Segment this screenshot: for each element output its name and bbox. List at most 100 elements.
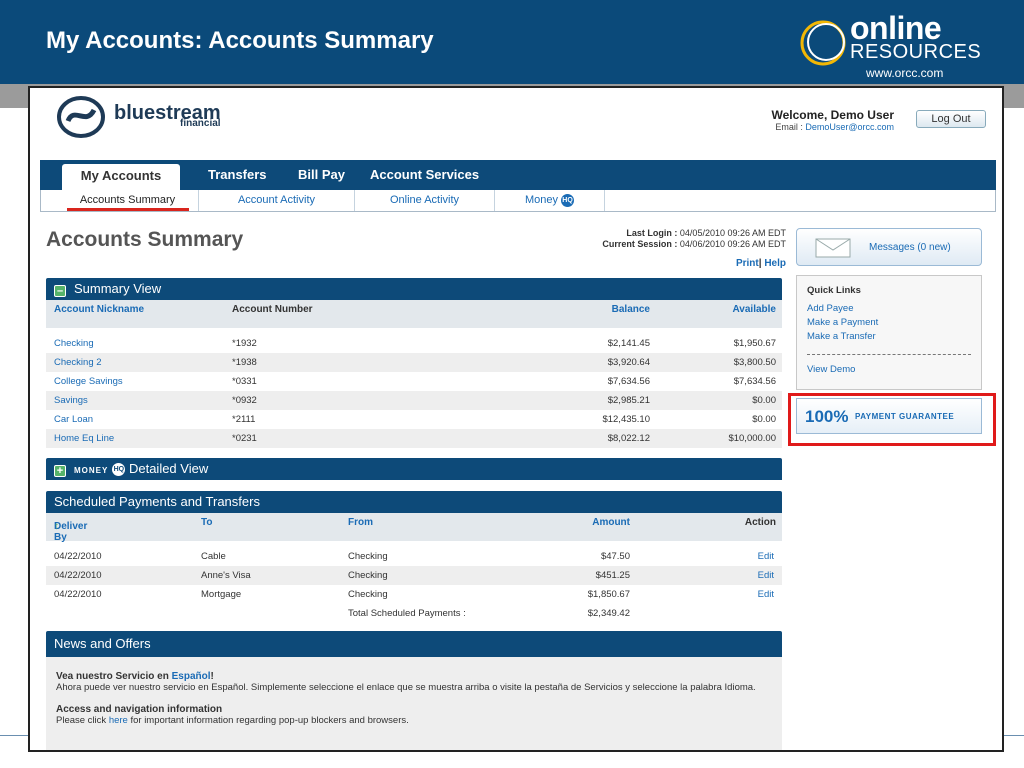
account-row: Checking 2 *1938 $3,920.64 $3,800.50 bbox=[46, 353, 782, 372]
main-nav: My Accounts Transfers Bill Pay Account S… bbox=[40, 160, 996, 190]
account-number: *0331 bbox=[232, 376, 257, 387]
print-help-links: Print| Help bbox=[736, 258, 786, 269]
slide-header: My Accounts: Accounts Summary online RES… bbox=[0, 0, 1024, 84]
col-to[interactable]: To bbox=[201, 517, 212, 528]
espanol-link[interactable]: Español bbox=[172, 671, 211, 682]
moneyhq-detailed-view-header[interactable]: + MONEY HQ Detailed View bbox=[46, 458, 782, 480]
here-link[interactable]: here bbox=[109, 715, 128, 726]
col-action: Action bbox=[744, 517, 776, 528]
orcc-ring-icon bbox=[800, 20, 846, 66]
scheduled-payments-title: Scheduled Payments and Transfers bbox=[54, 494, 260, 509]
col-available[interactable]: Available bbox=[732, 304, 776, 315]
col-deliver-by-label: Deliver By bbox=[54, 521, 88, 543]
news-item-text: for important information regarding pop-… bbox=[127, 715, 409, 726]
account-row: Checking *1932 $2,141.45 $1,950.67 bbox=[46, 334, 782, 353]
account-available: $10,000.00 bbox=[728, 433, 776, 444]
view-demo-link[interactable]: View Demo bbox=[807, 363, 971, 377]
messages-label: Messages (0 new) bbox=[869, 242, 951, 253]
account-balance: $12,435.10 bbox=[602, 414, 650, 425]
summary-view-header[interactable]: – Summary View bbox=[46, 278, 782, 300]
subtab-money-hq[interactable]: Money HQ bbox=[495, 190, 605, 211]
detailed-view-title: Detailed View bbox=[128, 461, 209, 476]
separator: | bbox=[758, 258, 762, 269]
help-link[interactable]: Help bbox=[764, 258, 786, 269]
highlight-box bbox=[788, 393, 996, 446]
hq-badge-icon: HQ bbox=[561, 193, 575, 207]
account-nickname-link[interactable]: Checking bbox=[54, 334, 94, 353]
payment-total-row: Total Scheduled Payments : $2,349.42 bbox=[46, 604, 782, 623]
col-account-number: Account Number bbox=[232, 304, 313, 315]
tab-bill-pay[interactable]: Bill Pay bbox=[298, 160, 345, 190]
account-available: $1,950.67 bbox=[733, 338, 776, 349]
sub-nav: Accounts Summary Account Activity Online… bbox=[40, 190, 996, 212]
news-offers-title: News and Offers bbox=[54, 636, 151, 651]
news-item-title-text: Vea nuestro Servicio en bbox=[56, 671, 172, 682]
news-item-title: Access and navigation information bbox=[56, 704, 223, 715]
page-title: Accounts Summary bbox=[46, 228, 244, 251]
money-label: Money bbox=[524, 194, 558, 206]
expand-icon[interactable]: + bbox=[54, 465, 66, 477]
edit-link[interactable]: Edit bbox=[758, 547, 774, 566]
session-label: Current Session : bbox=[602, 239, 678, 249]
account-balance: $2,141.45 bbox=[607, 338, 650, 349]
email-link[interactable]: DemoUser@orcc.com bbox=[805, 122, 894, 132]
total-scheduled-label: Total Scheduled Payments : bbox=[348, 608, 466, 619]
hq-badge-icon: HQ bbox=[112, 463, 126, 477]
account-available: $3,800.50 bbox=[733, 357, 776, 368]
sort-up-icon: ↑ bbox=[54, 521, 59, 532]
account-nickname-link[interactable]: College Savings bbox=[54, 372, 123, 391]
account-nickname-link[interactable]: Savings bbox=[54, 391, 88, 410]
tab-account-services[interactable]: Account Services bbox=[370, 160, 479, 190]
divider bbox=[807, 354, 971, 355]
slide-title: My Accounts: Accounts Summary bbox=[46, 27, 434, 54]
login-info: Last Login : 04/05/2010 09:26 AM EDT Cur… bbox=[602, 228, 786, 250]
edit-link[interactable]: Edit bbox=[758, 566, 774, 585]
payment-to: Anne's Visa bbox=[201, 570, 251, 581]
payment-amount: $47.50 bbox=[600, 551, 630, 562]
payment-row: 04/22/2010 Cable Checking $47.50 Edit bbox=[46, 547, 782, 566]
payment-amount: $451.25 bbox=[595, 570, 630, 581]
bank-sub: financial bbox=[180, 118, 221, 129]
print-link[interactable]: Print bbox=[736, 258, 759, 269]
account-nickname-link[interactable]: Car Loan bbox=[54, 410, 93, 429]
collapse-icon[interactable]: – bbox=[54, 285, 66, 297]
news-item-text: Please click bbox=[56, 715, 109, 726]
payment-date: 04/22/2010 bbox=[54, 551, 102, 562]
col-account-nickname[interactable]: Account Nickname bbox=[54, 304, 144, 315]
quick-links-title: Quick Links bbox=[807, 285, 861, 296]
payment-row: 04/22/2010 Mortgage Checking $1,850.67 E… bbox=[46, 585, 782, 604]
logout-button[interactable]: Log Out bbox=[916, 110, 986, 128]
tab-transfers[interactable]: Transfers bbox=[208, 160, 267, 190]
account-nickname-link[interactable]: Home Eq Line bbox=[54, 429, 114, 448]
tab-my-accounts[interactable]: My Accounts bbox=[62, 164, 180, 190]
col-balance[interactable]: Balance bbox=[612, 304, 650, 315]
account-number: *2111 bbox=[232, 414, 256, 425]
account-nickname-link[interactable]: Checking 2 bbox=[54, 353, 102, 372]
edit-link[interactable]: Edit bbox=[758, 585, 774, 604]
news-item-title-bang: ! bbox=[210, 671, 214, 682]
payment-amount: $1,850.67 bbox=[587, 589, 630, 600]
account-balance: $2,985.21 bbox=[607, 395, 650, 406]
account-available: $0.00 bbox=[752, 414, 776, 425]
last-login-value: 04/05/2010 09:26 AM EDT bbox=[679, 228, 786, 238]
logo-online-text: online bbox=[850, 10, 942, 46]
messages-button[interactable]: Messages (0 new) bbox=[796, 228, 982, 266]
account-number: *1938 bbox=[232, 357, 257, 368]
quick-link-make-payment[interactable]: Make a Payment bbox=[807, 316, 971, 330]
payment-from: Checking bbox=[348, 551, 388, 562]
account-number: *1932 bbox=[232, 338, 257, 349]
quick-link-make-transfer[interactable]: Make a Transfer bbox=[807, 330, 971, 344]
news-body: Vea nuestro Servicio en Español! Ahora p… bbox=[46, 657, 782, 750]
subtab-account-activity[interactable]: Account Activity bbox=[199, 190, 355, 211]
summary-column-headers: Account Nickname Account Number Balance … bbox=[46, 300, 782, 328]
quick-link-add-payee[interactable]: Add Payee bbox=[807, 302, 971, 316]
logo-resources-text: RESOURCES bbox=[850, 41, 982, 63]
payment-date: 04/22/2010 bbox=[54, 589, 102, 600]
col-from[interactable]: From bbox=[348, 517, 373, 528]
col-amount[interactable]: Amount bbox=[592, 517, 630, 528]
payment-to: Cable bbox=[201, 551, 226, 562]
news-item-body: Please click here for important informat… bbox=[56, 715, 772, 726]
account-balance: $8,022.12 bbox=[607, 433, 650, 444]
session-value: 04/06/2010 09:26 AM EDT bbox=[679, 239, 786, 249]
subtab-online-activity[interactable]: Online Activity bbox=[355, 190, 495, 211]
